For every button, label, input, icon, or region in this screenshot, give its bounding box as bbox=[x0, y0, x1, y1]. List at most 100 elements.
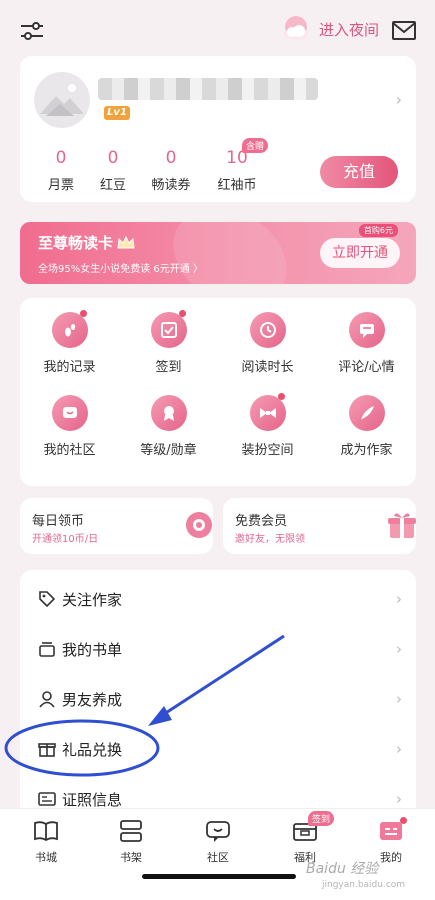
grid-label: 我的记录 bbox=[43, 360, 96, 375]
notification-dot bbox=[278, 393, 285, 400]
menu-label: 证照信息 bbox=[62, 790, 123, 809]
coin-icon bbox=[186, 512, 212, 538]
vip-title: 至尊畅读卡 bbox=[38, 232, 135, 253]
stat-hongxiu-coin[interactable]: 含赠 10 红袖币 bbox=[206, 138, 268, 193]
username-blurred bbox=[98, 78, 318, 100]
wallet-stats: 0 月票 0 红豆 0 畅读券 含赠 10 红袖币 bbox=[36, 138, 270, 193]
recharge-button[interactable]: 充值 bbox=[320, 156, 398, 188]
medal-icon bbox=[150, 395, 187, 431]
crown-icon bbox=[117, 235, 135, 248]
clock-icon bbox=[249, 312, 286, 348]
quill-icon bbox=[348, 395, 385, 431]
mail-icon[interactable] bbox=[391, 20, 417, 42]
boyfriend-icon bbox=[39, 691, 55, 708]
stat-label: 畅读券 bbox=[151, 178, 191, 193]
open-vip-button[interactable]: 立即开通 bbox=[320, 238, 400, 268]
menu-label: 男友养成 bbox=[62, 690, 123, 709]
stat-value: 0 bbox=[55, 148, 67, 168]
grid-label: 等级/勋章 bbox=[140, 443, 197, 458]
menu-label: 礼品兑换 bbox=[62, 740, 123, 759]
grid-label: 签到 bbox=[155, 360, 182, 375]
book-icon bbox=[34, 821, 58, 842]
daily-coin-card[interactable]: 每日领币 开通领10币/日 bbox=[20, 498, 213, 554]
grid-label: 评论/心情 bbox=[338, 360, 395, 375]
notification-dot bbox=[400, 817, 407, 824]
baidu-watermark-url: jingyan.baidu.com bbox=[322, 880, 406, 890]
menu-item-gift-exchange[interactable]: 礼品兑换 › bbox=[20, 724, 416, 774]
tab-label: 书城 bbox=[35, 851, 57, 864]
grid-item-my-records[interactable]: 我的记录 bbox=[20, 310, 119, 375]
menu-item-follow-author[interactable]: 关注作家 › bbox=[20, 574, 416, 624]
coin-card-title: 每日领币 bbox=[32, 514, 85, 529]
tab-label: 书架 bbox=[120, 851, 142, 864]
night-mode-label: 进入夜间 bbox=[318, 20, 379, 39]
notification-dot bbox=[179, 310, 186, 317]
grid-item-become-author[interactable]: 成为作家 bbox=[317, 395, 416, 458]
chevron-right-icon: › bbox=[396, 640, 402, 658]
avatar-placeholder-icon bbox=[40, 84, 84, 116]
vip-banner[interactable]: 至尊畅读卡 全场95%女生小说免费读 6元开通 〉 立即开通 首购6元 bbox=[20, 222, 416, 284]
menu-label: 关注作家 bbox=[62, 590, 123, 609]
stat-value: 0 bbox=[107, 148, 119, 168]
coin-card-title: 免费会员 bbox=[235, 514, 288, 529]
grid-label: 装扮空间 bbox=[241, 443, 294, 458]
grid-item-dressup-space[interactable]: 装扮空间 bbox=[218, 393, 317, 458]
avatar[interactable] bbox=[34, 72, 90, 128]
vip-subtitle: 全场95%女生小说免费读 6元开通 〉 bbox=[38, 264, 203, 275]
grid-item-level-medal[interactable]: 等级/勋章 bbox=[119, 395, 218, 458]
tab-bookshelf[interactable]: 书架 bbox=[96, 819, 166, 865]
stat-value: 0 bbox=[165, 148, 177, 168]
menu-item-boyfriend[interactable]: 男友养成 › bbox=[20, 674, 416, 724]
shelf-icon bbox=[120, 820, 142, 842]
home-indicator[interactable] bbox=[142, 874, 296, 879]
first-purchase-badge: 首购6元 bbox=[358, 224, 398, 237]
menu-item-my-booklist[interactable]: 我的书单 › bbox=[20, 624, 416, 674]
menu-label: 我的书单 bbox=[62, 640, 123, 659]
gift-icon bbox=[38, 743, 56, 757]
chat-icon bbox=[206, 821, 230, 842]
tab-bookstore[interactable]: 书城 bbox=[11, 819, 81, 865]
gift-box-icon bbox=[388, 513, 416, 538]
profile-card[interactable]: Lv1 › 0 月票 0 红豆 0 畅读券 含赠 10 红袖币 充值 bbox=[20, 56, 416, 202]
gift-included-badge: 含赠 bbox=[242, 138, 268, 153]
chevron-right-icon: › bbox=[396, 790, 402, 808]
footprint-icon bbox=[51, 312, 88, 348]
night-mode-toggle[interactable]: 进入夜间 bbox=[281, 14, 379, 44]
notification-dot bbox=[80, 310, 87, 317]
top-bar: 进入夜间 bbox=[0, 0, 435, 62]
chevron-right-icon[interactable]: › bbox=[396, 90, 402, 109]
grid-label: 阅读时长 bbox=[241, 360, 294, 375]
settings-sliders-icon[interactable] bbox=[20, 20, 44, 42]
level-badge: Lv1 bbox=[104, 106, 130, 120]
bowtie-icon bbox=[249, 395, 286, 431]
grid-label: 成为作家 bbox=[340, 443, 393, 458]
baidu-watermark: Baidu 经验 bbox=[306, 861, 379, 877]
grid-item-reading-time[interactable]: 阅读时长 bbox=[218, 312, 317, 375]
function-grid-card: 我的记录 签到 阅读时长 评论/心情 我的社区 等级/勋章 装扮空间 成为作家 bbox=[20, 298, 416, 486]
menu-list: 关注作家 › 我的书单 › 男友养成 › 礼品兑换 › 证照信息 › bbox=[20, 570, 416, 820]
cloud-night-icon bbox=[283, 16, 308, 40]
grid-item-comments[interactable]: 评论/心情 bbox=[317, 312, 416, 375]
function-grid: 我的记录 签到 阅读时长 评论/心情 我的社区 等级/勋章 装扮空间 成为作家 bbox=[20, 310, 416, 458]
grid-item-checkin[interactable]: 签到 bbox=[119, 310, 218, 375]
stat-monthly-ticket[interactable]: 0 月票 bbox=[36, 148, 86, 193]
stat-label: 红袖币 bbox=[217, 178, 257, 193]
stat-reading-voucher[interactable]: 0 畅读券 bbox=[140, 148, 202, 193]
chevron-right-icon: › bbox=[396, 740, 402, 758]
tag-icon bbox=[39, 591, 56, 608]
chevron-right-icon: › bbox=[396, 690, 402, 708]
grid-label: 我的社区 bbox=[43, 443, 96, 458]
coin-card-subtitle: 开通领10币/日 bbox=[32, 534, 99, 545]
tab-community[interactable]: 社区 bbox=[183, 819, 253, 865]
free-member-card[interactable]: 免费会员 邀好友，无限领 bbox=[223, 498, 416, 554]
stat-red-bean[interactable]: 0 红豆 bbox=[88, 148, 138, 193]
community-icon bbox=[51, 395, 88, 431]
checkin-icon bbox=[150, 312, 187, 348]
booklist-icon bbox=[39, 642, 55, 657]
stat-label: 月票 bbox=[47, 178, 74, 193]
license-icon bbox=[38, 792, 56, 806]
vip-title-text: 至尊畅读卡 bbox=[38, 234, 114, 252]
grid-item-my-community[interactable]: 我的社区 bbox=[20, 395, 119, 458]
coin-card-subtitle: 邀好友，无限领 bbox=[235, 534, 305, 545]
chevron-right-icon: › bbox=[396, 590, 402, 608]
